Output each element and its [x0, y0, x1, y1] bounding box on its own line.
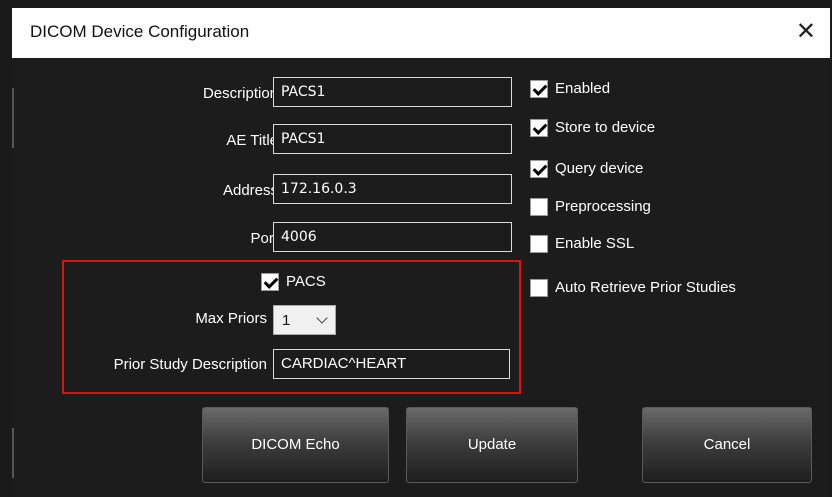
chevron-down-icon [316, 312, 328, 324]
enable-ssl-checkbox[interactable] [530, 235, 548, 253]
preprocessing-label: Preprocessing [555, 198, 651, 215]
close-icon[interactable]: ✕ [796, 17, 816, 47]
edge-grip [12, 428, 14, 478]
dialog-body: Description PACS1 AE Title PACS1 Address… [12, 58, 830, 497]
max-priors-value: 1 [282, 312, 291, 329]
dicom-echo-button[interactable]: DICOM Echo [202, 407, 389, 483]
pacs-label: PACS [286, 273, 326, 290]
auto-retrieve-checkbox[interactable] [530, 279, 548, 297]
preprocessing-checkbox[interactable] [530, 198, 548, 216]
edge-grip [12, 88, 14, 148]
ae-title-label: AE Title [226, 132, 278, 149]
ae-title-input[interactable]: PACS1 [273, 124, 512, 154]
window-title: DICOM Device Configuration [30, 22, 250, 41]
cancel-button[interactable]: Cancel [642, 407, 812, 483]
auto-retrieve-label: Auto Retrieve Prior Studies [555, 279, 736, 296]
prior-study-description-label: Prior Study Description [113, 356, 267, 373]
max-priors-label: Max Priors [195, 310, 267, 327]
address-input[interactable]: 172.16.0.3 [273, 174, 512, 204]
title-bar: DICOM Device Configuration ✕ [12, 8, 830, 58]
pacs-checkbox[interactable] [261, 273, 279, 291]
port-input[interactable]: 4006 [273, 222, 512, 252]
store-to-device-label: Store to device [555, 119, 656, 136]
query-device-checkbox[interactable] [530, 160, 548, 178]
max-priors-dropdown[interactable]: 1 [273, 305, 336, 335]
description-input[interactable]: PACS1 [273, 77, 512, 107]
store-to-device-checkbox[interactable] [530, 119, 548, 137]
enabled-checkbox[interactable] [530, 80, 548, 98]
enabled-label: Enabled [555, 80, 611, 97]
update-button[interactable]: Update [406, 407, 578, 483]
description-label: Description [202, 85, 278, 102]
prior-study-description-input[interactable]: CARDIAC^HEART [273, 349, 510, 379]
address-label: Address [222, 182, 278, 199]
query-device-label: Query device [555, 160, 644, 177]
enable-ssl-label: Enable SSL [555, 235, 635, 252]
